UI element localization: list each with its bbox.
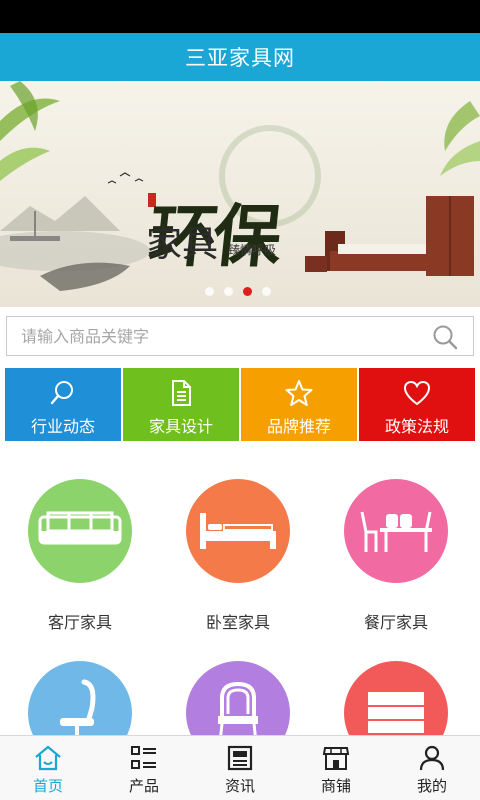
list-icon — [131, 746, 156, 769]
home-icon — [35, 745, 61, 771]
banner-tagline: 臻情呼吸 — [228, 243, 277, 257]
search-icon — [50, 381, 73, 405]
category-label: 政策法规 — [384, 417, 449, 436]
product-category-label: 客厅家具 — [47, 613, 112, 632]
carousel-dot[interactable] — [224, 287, 233, 296]
search-icon[interactable] — [431, 323, 459, 351]
bottom-tab-bar: 首页 产品 资讯 商铺 我的 — [0, 735, 480, 800]
page-title: 三亚家具网 — [185, 46, 295, 70]
tab-label: 首页 — [32, 777, 63, 795]
shop-icon — [322, 747, 350, 770]
category-tile-furniture-design[interactable]: 家具设计 — [123, 368, 239, 441]
search-bar — [6, 316, 474, 356]
search-input[interactable] — [21, 326, 421, 346]
banner-carousel[interactable]: 环保 家具 臻情呼吸 — [0, 81, 480, 307]
tab-news[interactable]: 资讯 — [192, 736, 288, 800]
category-nav: 行业动态 家具设计 品牌推荐 政策法规 — [5, 368, 475, 441]
category-tile-policy[interactable]: 政策法规 — [359, 368, 475, 441]
category-tile-industry-news[interactable]: 行业动态 — [5, 368, 121, 441]
document-icon — [172, 380, 191, 406]
app-header: 三亚家具网 — [0, 33, 480, 81]
news-icon — [227, 745, 253, 771]
sofa-icon — [28, 479, 132, 583]
product-category-living-room[interactable]: 客厅家具 — [0, 479, 160, 633]
product-category-label: 餐厅家具 — [363, 613, 428, 632]
product-category-dining[interactable]: 餐厅家具 — [316, 479, 476, 633]
category-tile-brand-recommend[interactable]: 品牌推荐 — [241, 368, 357, 441]
status-bar — [0, 0, 480, 33]
dining-table-icon — [344, 479, 448, 583]
tab-label: 我的 — [416, 777, 447, 795]
bed-icon — [186, 479, 290, 583]
tab-label: 资讯 — [224, 777, 255, 795]
tab-home[interactable]: 首页 — [0, 736, 96, 800]
tab-label: 商铺 — [320, 777, 351, 795]
product-category-bedroom[interactable]: 卧室家具 — [158, 479, 318, 633]
carousel-dots — [205, 287, 271, 296]
tab-shop[interactable]: 商铺 — [288, 736, 384, 800]
tab-mine[interactable]: 我的 — [384, 736, 480, 800]
category-label: 家具设计 — [148, 417, 213, 436]
carousel-dot-active[interactable] — [243, 287, 252, 296]
banner-subtitle: 家具 — [146, 224, 219, 265]
star-icon — [285, 380, 313, 406]
carousel-dot[interactable] — [205, 287, 214, 296]
product-category-label: 卧室家具 — [205, 613, 270, 632]
carousel-dot[interactable] — [262, 287, 271, 296]
tab-products[interactable]: 产品 — [96, 736, 192, 800]
heart-icon — [403, 380, 431, 406]
category-label: 行业动态 — [30, 417, 95, 436]
category-label: 品牌推荐 — [266, 417, 331, 436]
user-icon — [419, 745, 445, 771]
tab-label: 产品 — [128, 777, 159, 795]
